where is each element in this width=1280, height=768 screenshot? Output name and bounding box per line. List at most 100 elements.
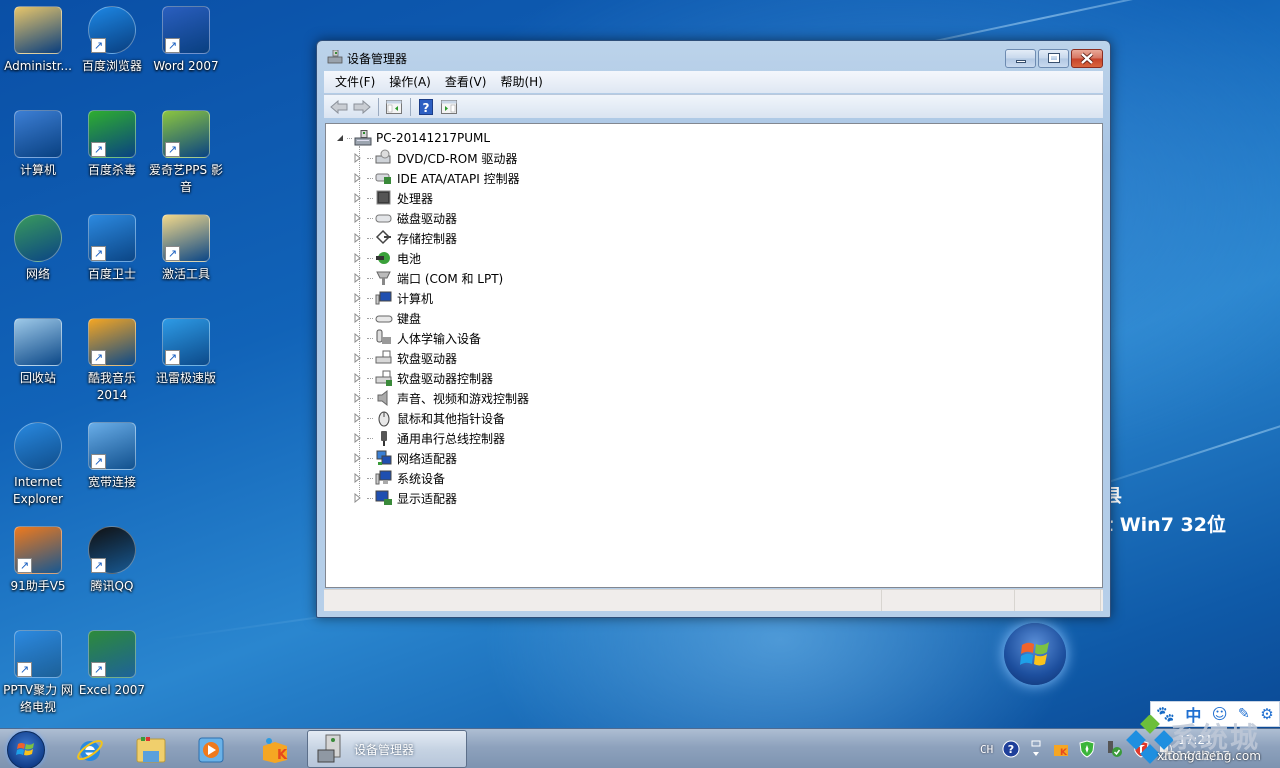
desktop-icon[interactable]: ↗ 腾讯QQ bbox=[74, 526, 150, 595]
expand-icon[interactable] bbox=[354, 313, 364, 323]
minimize-button[interactable] bbox=[1005, 49, 1036, 68]
desktop-icon[interactable]: Administr... bbox=[0, 6, 76, 75]
expand-icon[interactable] bbox=[354, 373, 364, 383]
desktop-icon[interactable]: ↗ Word 2007 bbox=[148, 6, 224, 75]
computer-icon bbox=[14, 110, 62, 158]
ie-icon bbox=[77, 739, 103, 761]
network-icon bbox=[14, 214, 62, 262]
expand-icon[interactable] bbox=[354, 153, 364, 163]
shortcut-arrow-icon: ↗ bbox=[165, 350, 180, 365]
desktop-icon[interactable]: ↗ 酷我音乐 2014 bbox=[74, 318, 150, 404]
tree-item[interactable]: 计算机 bbox=[354, 288, 433, 308]
thunder-icon: ↗ bbox=[162, 318, 210, 366]
tree-item[interactable]: 通用串行总线控制器 bbox=[354, 428, 505, 448]
taskbar-media-player[interactable] bbox=[187, 733, 235, 767]
tree-item[interactable]: 存储控制器 bbox=[354, 228, 457, 248]
tree-item[interactable]: 键盘 bbox=[354, 308, 421, 328]
91-assistant-icon: ↗ bbox=[14, 526, 62, 574]
expand-icon[interactable] bbox=[354, 413, 364, 423]
explorer-icon bbox=[136, 737, 166, 763]
menu-view[interactable]: 查看(V) bbox=[438, 71, 494, 93]
desktop-icon[interactable]: 计算机 bbox=[0, 110, 76, 179]
tree-item[interactable]: 声音、视频和游戏控制器 bbox=[354, 388, 529, 408]
menu-action[interactable]: 操作(A) bbox=[382, 71, 438, 93]
desktop-icon[interactable]: ↗ 激活工具 bbox=[148, 214, 224, 283]
tree-item[interactable]: 鼠标和其他指针设备 bbox=[354, 408, 505, 428]
desktop-icon[interactable]: ↗ 迅雷极速版 bbox=[148, 318, 224, 387]
desktop-icon[interactable]: ↗ 91助手V5 bbox=[0, 526, 76, 595]
taskbar-explorer[interactable] bbox=[127, 733, 175, 767]
desktop-icon[interactable]: ↗ 百度浏览器 bbox=[74, 6, 150, 75]
expand-icon[interactable] bbox=[354, 473, 364, 483]
expand-icon[interactable] bbox=[354, 253, 364, 263]
device-tree[interactable]: PC-20141217PUML DVD/CD-ROM 驱动器 IDE ATA/AT… bbox=[325, 123, 1103, 588]
tree-item[interactable]: 电池 bbox=[354, 248, 421, 268]
close-button[interactable] bbox=[1071, 49, 1103, 68]
desktop-icon[interactable]: ↗ Excel 2007 bbox=[74, 630, 150, 699]
desktop-icon[interactable]: Internet Explorer bbox=[0, 422, 76, 508]
expand-icon[interactable] bbox=[354, 493, 364, 503]
tree-item[interactable]: 处理器 bbox=[354, 188, 433, 208]
expand-icon[interactable] bbox=[354, 293, 364, 303]
show-hide-action-pane-button[interactable] bbox=[438, 97, 460, 117]
language-indicator[interactable]: CH bbox=[980, 743, 993, 756]
desktop-icon-label: 计算机 bbox=[19, 163, 56, 177]
show-hide-console-tree-button[interactable] bbox=[383, 97, 405, 117]
desktop-icon[interactable]: ↗ PPTV聚力 网络电视 bbox=[0, 630, 76, 716]
window-titlebar[interactable]: 设备管理器 bbox=[317, 41, 1110, 71]
desktop-icon[interactable]: ↗ 爱奇艺PPS 影音 bbox=[148, 110, 224, 196]
tree-item-label: 处理器 bbox=[397, 191, 434, 206]
expand-icon[interactable] bbox=[354, 173, 364, 183]
start-button[interactable] bbox=[7, 731, 45, 768]
expand-icon[interactable] bbox=[354, 213, 364, 223]
expand-icon[interactable] bbox=[354, 273, 364, 283]
taskbar-ie[interactable] bbox=[66, 733, 114, 767]
expand-icon[interactable] bbox=[354, 453, 364, 463]
ie-icon bbox=[14, 422, 62, 470]
show-hidden-icons[interactable] bbox=[1029, 740, 1043, 758]
tree-dots bbox=[367, 497, 373, 499]
forward-button[interactable] bbox=[351, 97, 373, 117]
broadband-icon: ↗ bbox=[88, 422, 136, 470]
taskbar-kuwo[interactable]: K bbox=[250, 733, 298, 767]
tree-item[interactable]: 人体学输入设备 bbox=[354, 328, 481, 348]
kuwo-tray-icon[interactable]: K bbox=[1052, 741, 1070, 757]
help-button[interactable]: ? bbox=[415, 97, 437, 117]
menu-file[interactable]: 文件(F) bbox=[328, 71, 382, 93]
help-icon: ? bbox=[419, 98, 433, 115]
expand-icon[interactable] bbox=[354, 433, 364, 443]
desktop-icon[interactable]: ↗ 宽带连接 bbox=[74, 422, 150, 491]
maximize-button[interactable] bbox=[1038, 49, 1069, 68]
tree-item[interactable]: DVD/CD-ROM 驱动器 bbox=[354, 148, 517, 168]
expand-icon[interactable] bbox=[354, 233, 364, 243]
menu-help[interactable]: 帮助(H) bbox=[493, 71, 549, 93]
tree-item[interactable]: 磁盘驱动器 bbox=[354, 208, 457, 228]
safely-remove-hardware-icon[interactable] bbox=[1104, 740, 1124, 758]
help-tray-icon[interactable]: ? bbox=[1002, 740, 1020, 758]
tree-item[interactable]: IDE ATA/ATAPI 控制器 bbox=[354, 168, 520, 188]
tree-root-node[interactable]: PC-20141217PUML bbox=[336, 128, 490, 148]
expand-icon[interactable] bbox=[354, 393, 364, 403]
tree-item[interactable]: 网络适配器 bbox=[354, 448, 457, 468]
keyboard-icon bbox=[375, 309, 393, 327]
desktop-icon[interactable]: ↗ 百度杀毒 bbox=[74, 110, 150, 179]
expand-icon[interactable] bbox=[354, 193, 364, 203]
back-arrow-icon bbox=[330, 99, 348, 114]
taskbar-device-manager[interactable]: 设备管理器 bbox=[307, 730, 467, 768]
desktop-icon[interactable]: 回收站 bbox=[0, 318, 76, 387]
desktop-icon[interactable]: 网络 bbox=[0, 214, 76, 283]
baidu-antivirus-icon: ↗ bbox=[88, 110, 136, 158]
tree-item[interactable]: 显示适配器 bbox=[354, 488, 457, 508]
baidu-antivirus-tray-icon[interactable] bbox=[1079, 740, 1095, 758]
gear-icon[interactable]: ⚙ bbox=[1260, 705, 1273, 723]
expand-icon[interactable] bbox=[354, 333, 364, 343]
back-button[interactable] bbox=[328, 97, 350, 117]
tree-item[interactable]: 端口 (COM 和 LPT) bbox=[354, 268, 503, 288]
tree-item[interactable]: 系统设备 bbox=[354, 468, 445, 488]
floppy-controller-icon bbox=[375, 369, 393, 387]
desktop-icon[interactable]: ↗ 百度卫士 bbox=[74, 214, 150, 283]
tree-item[interactable]: 软盘驱动器 bbox=[354, 348, 457, 368]
desktop-icon-label: 宽带连接 bbox=[87, 475, 136, 489]
tree-item[interactable]: 软盘驱动器控制器 bbox=[354, 368, 493, 388]
expand-icon[interactable] bbox=[354, 353, 364, 363]
